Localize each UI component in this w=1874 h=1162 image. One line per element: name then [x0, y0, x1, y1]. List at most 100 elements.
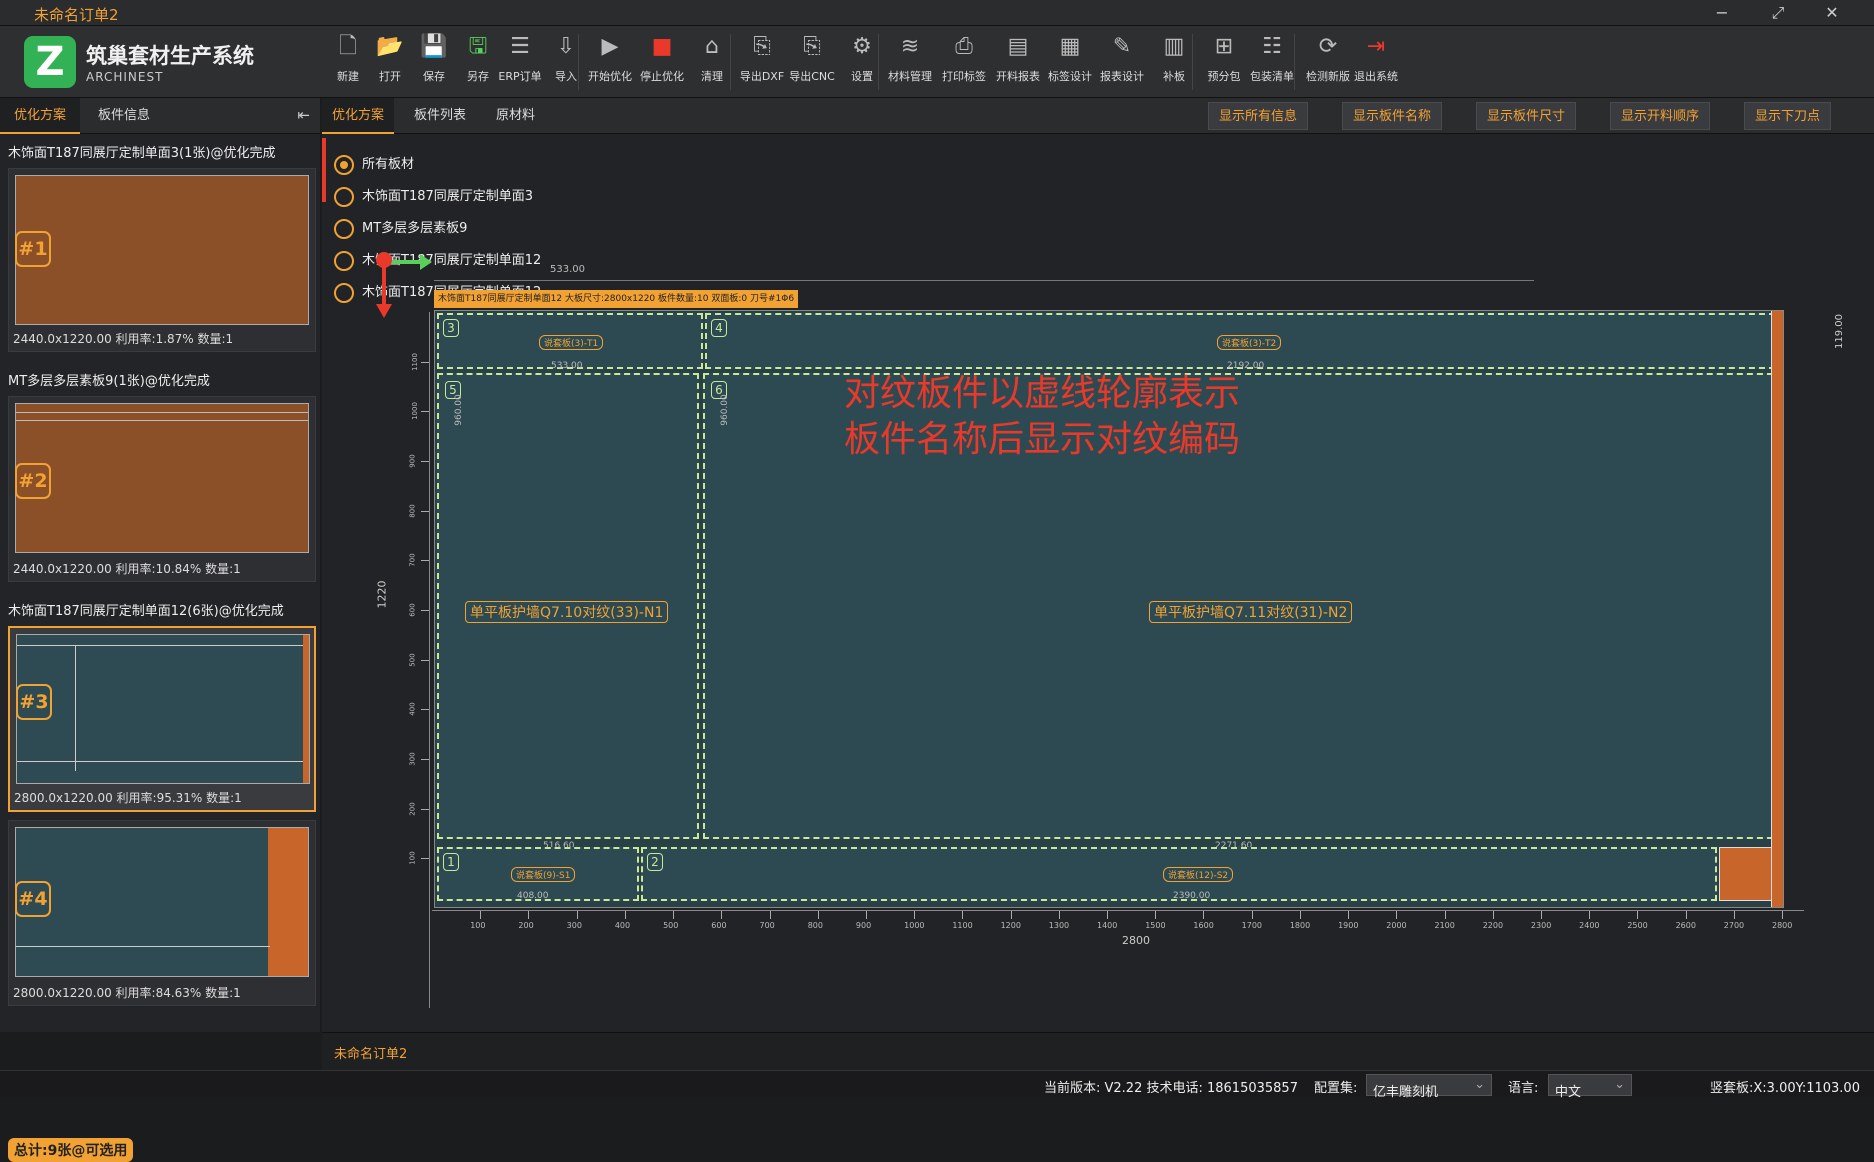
tab-optimize-plan[interactable]: 优化方案 [0, 98, 81, 134]
toolbar-button-18[interactable]: ⊞ 预分包 [1198, 30, 1250, 94]
collapse-icon[interactable]: ⇤ [297, 106, 310, 124]
tab-main-optimize-plan[interactable]: 优化方案 [322, 98, 395, 134]
group-header[interactable]: MT多层多层素板9(1张)@优化完成 [8, 370, 316, 389]
y-tick [421, 411, 429, 413]
part-5[interactable]: 5 单平板护墙Q7.10对纹(33)-N1 960.00 [437, 373, 699, 839]
label-design-icon: ▦ [1059, 34, 1081, 59]
show-cut-order-button[interactable]: 显示开料顺序 [1610, 102, 1711, 130]
card-badge: #2 [15, 463, 51, 499]
show-plunge-point-button[interactable]: 显示下刀点 [1744, 102, 1832, 130]
tab-board-info[interactable]: 板件信息 [84, 98, 164, 134]
new-file-icon: 🗋 [339, 34, 357, 59]
filter-radio-material[interactable]: 木饰面T187同展厅定制单面12 [334, 250, 541, 272]
y-tick [421, 709, 429, 711]
tab-board-list[interactable]: 板件列表 [404, 98, 476, 134]
language-label: 语言: [1508, 1081, 1539, 1096]
part-3[interactable]: 3 说套板(3)-T1 533.00 [437, 313, 703, 371]
toolbar-button-11[interactable]: ⚙ 设置 [836, 30, 888, 94]
radio-unchecked-icon [334, 251, 354, 271]
radio-checked-icon [334, 155, 354, 175]
toolbar-button-12[interactable]: ≋ 材料管理 [884, 30, 936, 94]
layout-card-4[interactable]: #4 2800.0x1220.00 利用率:84.63% 数量:1 [8, 820, 316, 1006]
x-tick [1540, 911, 1542, 919]
toolbar-separator [1294, 34, 1295, 90]
radio-label: 所有板材 [362, 157, 415, 172]
toolbar-label: 清理 [701, 70, 723, 83]
y-tick-label: 600 [408, 603, 417, 617]
part-1[interactable]: 1 说套板(9)-S1 408.00 [437, 847, 639, 901]
part-dimension: 2390.00 [1173, 891, 1211, 901]
x-tick-label: 1400 [1097, 921, 1118, 930]
y-tick-label: 500 [408, 652, 417, 667]
toolbar-button-9[interactable]: ⎘ 导出DXF [736, 30, 788, 94]
x-tick-label: 2200 [1482, 921, 1504, 930]
x-tick-label: 200 [518, 921, 534, 930]
toolbar-button-16[interactable]: ✎ 报表设计 [1096, 30, 1148, 94]
tab-raw-material[interactable]: 原材料 [486, 98, 545, 134]
toolbar-button-15[interactable]: ▦ 标签设计 [1044, 30, 1096, 94]
cut-line [17, 761, 309, 762]
x-tick [1685, 911, 1687, 919]
toolbar-button-20[interactable]: ⟳ 检测新版 [1302, 30, 1354, 94]
toolbar-button-14[interactable]: ▤ 开料报表 [992, 30, 1044, 94]
toolbar-button-7[interactable]: ■ 停止优化 [636, 30, 688, 94]
config-select[interactable]: 亿丰雕刻机 ⌄ [1366, 1074, 1492, 1100]
y-tick [421, 560, 429, 562]
toolbar-label: 退出系统 [1354, 70, 1398, 83]
cut-report-icon: ▤ [1007, 34, 1029, 59]
x-tick [1589, 911, 1591, 919]
x-tick-label: 500 [663, 921, 679, 930]
filter-radio-material[interactable]: 木饰面T187同展厅定制单面3 [334, 186, 533, 208]
app-logo: Z [24, 36, 76, 88]
x-tick-label: 2600 [1675, 921, 1696, 930]
y-tick [421, 610, 429, 611]
toolbar-label: 停止优化 [640, 70, 684, 83]
main-panel: 优化方案 板件列表 原材料 显示所有信息 显示板件名称 显示板件尺寸 显示开料顺… [322, 98, 1874, 1032]
show-all-info-button[interactable]: 显示所有信息 [1208, 102, 1309, 130]
toolbar-button-10[interactable]: ⎘ 导出CNC [786, 30, 838, 94]
toolbar-button-21[interactable]: ⇥ 退出系统 [1350, 30, 1402, 94]
group-header[interactable]: 木饰面T187同展厅定制单面12(6张)@优化完成 [8, 600, 316, 619]
toolbar-button-4[interactable]: ☰ ERP订单 [494, 30, 546, 94]
scroll-indicator [322, 138, 326, 202]
waste-strip [303, 635, 309, 783]
part-label: 说套板(3)-T1 [539, 335, 604, 350]
pre-package-icon: ⊞ [1214, 34, 1234, 59]
toolbar-button-19[interactable]: ☷ 包装清单 [1246, 30, 1298, 94]
minimize-icon[interactable]: − [1706, 2, 1738, 24]
x-tick [721, 911, 723, 919]
part-dimension: 533.00 [551, 361, 583, 371]
y-tick [421, 659, 429, 661]
y-tick-label: 200 [408, 801, 417, 816]
radio-label: 木饰面T187同展厅定制单面3 [362, 189, 534, 204]
part-4[interactable]: 4 说套板(3)-T2 2192.00 [705, 313, 1775, 371]
left-tabs: 优化方案 板件信息 ⇤ [0, 98, 320, 134]
x-tick [480, 911, 482, 919]
toolbar-label: 另存 [467, 70, 489, 83]
toolbar-button-6[interactable]: ▶ 开始优化 [584, 30, 636, 94]
maximize-icon[interactable]: ⤢ [1762, 2, 1794, 24]
x-tick-label: 900 [855, 921, 872, 930]
close-icon[interactable]: ✕ [1816, 2, 1848, 24]
show-part-name-button[interactable]: 显示板件名称 [1342, 102, 1443, 130]
layout-card-2[interactable]: #2 2440.0x1220.00 利用率:10.84% 数量:1 [8, 396, 316, 582]
filter-radio-material[interactable]: MT多层多层素板9 [334, 218, 467, 240]
y-tick [421, 510, 429, 512]
toolbar-button-13[interactable]: ⎙ 打印标签 [938, 30, 990, 94]
material-layers-icon: ≋ [900, 34, 920, 59]
layout-card-3[interactable]: #3 2800.0x1220.00 利用率:95.31% 数量:1 [8, 626, 316, 812]
part-2[interactable]: 2 说套板(12)-S2 2390.00 [641, 847, 1717, 901]
x-tick-label: 2000 [1386, 921, 1407, 930]
x-tick-label: 2800 [1772, 921, 1793, 930]
show-part-size-button[interactable]: 显示板件尺寸 [1476, 102, 1577, 130]
layout-card-1[interactable]: #1 2440.0x1220.00 利用率:1.87% 数量:1 [8, 168, 316, 352]
x-tick-label: 2700 [1723, 921, 1745, 930]
toolbar-label: 标签设计 [1048, 70, 1092, 83]
filter-radio-all[interactable]: 所有板材 [334, 154, 414, 176]
language-select[interactable]: 中文 ⌄ [1548, 1074, 1632, 1100]
left-ruler: 1100 1000 900 800 700 600 500 400 300 200 100 [406, 312, 430, 1008]
group-header[interactable]: 木饰面T187同展厅定制单面3(1张)@优化完成 [8, 142, 316, 161]
part-dimension: 960.00 [719, 394, 730, 426]
x-tick [1010, 911, 1012, 919]
toolbar-label: 设置 [851, 70, 873, 83]
